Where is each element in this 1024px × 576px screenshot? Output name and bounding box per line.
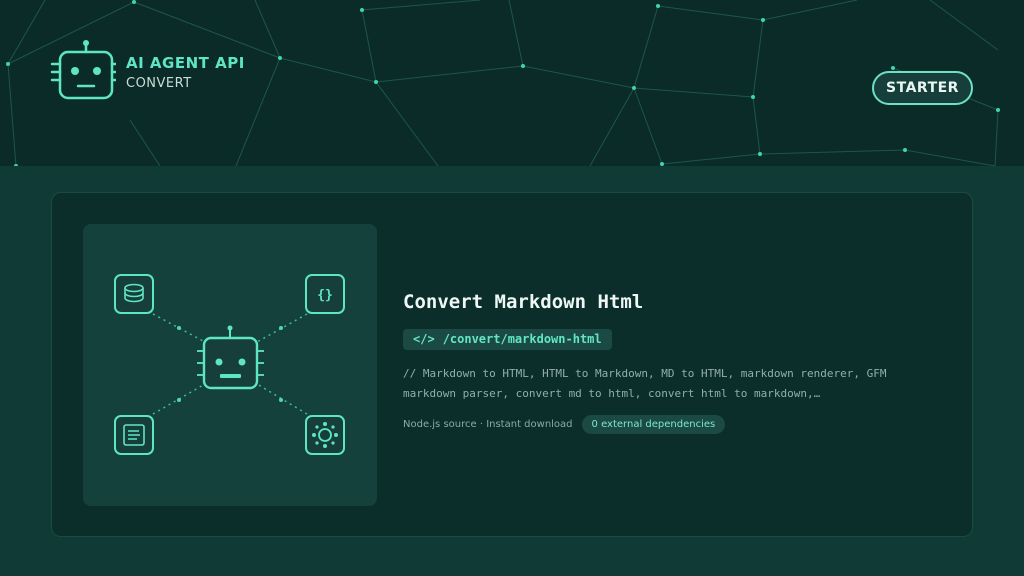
endpoint-path: /convert/markdown-html — [442, 332, 602, 346]
agent-diagram: {} — [114, 274, 345, 455]
card-description: // Markdown to HTML, HTML to Markdown, M… — [403, 367, 887, 400]
card-title[interactable]: Convert Markdown Html — [403, 291, 943, 313]
svg-text:{}: {} — [317, 288, 333, 303]
brand-title: AI AGENT API — [126, 53, 245, 72]
meta-text: Node.js source · Instant download — [403, 419, 573, 430]
brand[interactable]: AI AGENT API CONVERT — [50, 40, 245, 104]
brand-subtitle: CONVERT — [126, 75, 192, 91]
card-content: Convert Markdown Html </> /convert/markd… — [403, 291, 943, 434]
illustration-panel: {} — [83, 224, 377, 506]
database-icon — [114, 274, 154, 314]
braces-icon: {} — [305, 274, 345, 314]
document-icon — [114, 415, 154, 455]
product-card[interactable]: {} Convert Markdown Html </> /convert/ma… — [51, 192, 973, 537]
hub-icon — [305, 415, 345, 455]
dependencies-badge: 0 external dependencies — [581, 415, 726, 434]
robot-logo-icon — [50, 40, 116, 100]
header: AI AGENT API CONVERT STARTER — [0, 0, 1024, 166]
starter-button[interactable]: STARTER — [872, 71, 973, 105]
code-icon: </> — [413, 332, 435, 346]
robot-icon — [197, 325, 264, 390]
card-meta: Node.js source · Instant download 0 exte… — [403, 415, 943, 434]
endpoint-badge[interactable]: </> /convert/markdown-html — [403, 329, 612, 350]
